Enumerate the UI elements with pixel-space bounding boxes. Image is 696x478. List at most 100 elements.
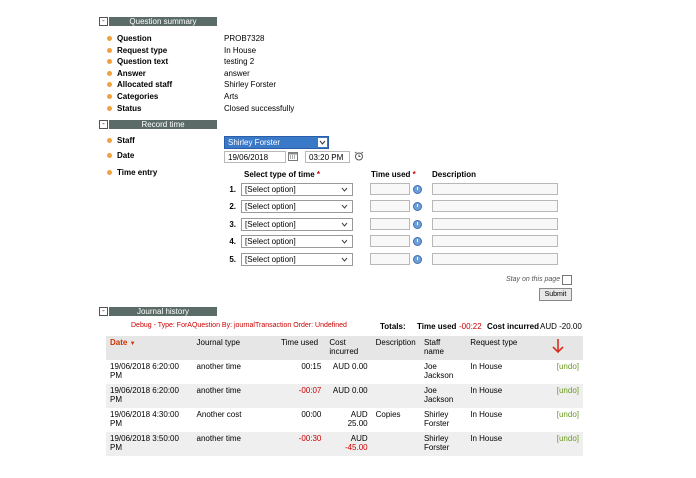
stay-on-page-label: Stay on this page — [506, 276, 561, 283]
stay-on-page-checkbox[interactable] — [562, 275, 572, 285]
time-used-input[interactable] — [370, 235, 410, 248]
staff-label: Staff — [117, 136, 135, 145]
staff-cell: Shirley Forster — [423, 410, 450, 428]
staff-cell: Joe Jackson — [423, 362, 454, 380]
time-used-input[interactable] — [370, 217, 410, 230]
cost-column-header: Cost incurred — [325, 336, 372, 360]
request-type-cell: In House — [466, 384, 547, 408]
table-row: 19/06/2018 6:20:00 PM another time -00:07 A… — [106, 384, 583, 408]
time-type-select[interactable]: [Select option] — [241, 252, 353, 266]
cost-cell: AUD 25.00 — [325, 408, 371, 432]
row-number: 5. — [229, 254, 236, 264]
description-input[interactable] — [432, 200, 558, 213]
totals-time-value: -00:22 — [459, 322, 482, 331]
description-cell — [371, 384, 420, 408]
chevron-down-icon — [340, 185, 349, 197]
bullet-icon — [107, 170, 112, 175]
time-entry-label: Time entry — [117, 168, 158, 177]
cost-cell: AUD 0.00 — [325, 384, 372, 408]
undo-link[interactable]: [undo] — [546, 384, 583, 408]
clock-icon[interactable] — [413, 185, 422, 194]
cost-currency: AUD — [350, 434, 368, 443]
time-type-select[interactable]: [Select option] — [241, 183, 353, 196]
time-used-input[interactable] — [370, 252, 410, 265]
undo-link[interactable]: [undo] — [547, 360, 583, 384]
time-used-cell: -00:07 — [277, 384, 326, 408]
bullet-icon — [107, 94, 112, 99]
time-type-select-value: [Select option] — [245, 202, 296, 212]
submit-button[interactable]: Submit — [539, 288, 572, 301]
time-input[interactable]: 03:20 PM — [305, 151, 350, 163]
sort-arrow-icon: ▼ — [129, 341, 136, 347]
collapse-toggle-icon[interactable]: - — [99, 17, 108, 26]
field-label: Status — [117, 103, 142, 113]
date-label: Date — [117, 151, 135, 160]
time-used-cell: 00:00 — [301, 410, 322, 419]
time-used-column-header: Time used — [277, 336, 326, 360]
field-value: PROB7328 — [224, 34, 265, 43]
time-type-select[interactable]: [Select option] — [241, 200, 353, 214]
field-value: Shirley Forster — [224, 80, 277, 90]
time-used-input[interactable] — [370, 200, 410, 213]
row-number: 4. — [229, 237, 236, 247]
debug-text: Debug - Type: ForAQuestion By: journalTr… — [131, 322, 347, 329]
time-used-input[interactable] — [370, 183, 410, 195]
description-input[interactable] — [432, 252, 558, 265]
clock-icon[interactable] — [413, 202, 422, 212]
time-type-select-value: [Select option] — [245, 237, 296, 247]
bullet-icon — [107, 70, 112, 76]
journal-type-cell: another time — [196, 362, 241, 371]
date-column-header[interactable]: Date ▼ — [106, 336, 193, 360]
staff-column-header: Staff name — [419, 336, 467, 360]
cost-cell: AUD -45.00 — [325, 432, 372, 456]
chevron-down-icon — [340, 237, 349, 249]
chevron-down-icon — [340, 202, 349, 214]
time-type-select-value: [Select option] — [245, 219, 296, 229]
collapse-toggle-icon[interactable]: - — [99, 120, 108, 129]
field-value: Arts — [224, 92, 239, 101]
description-input[interactable] — [432, 217, 558, 230]
row-number: 1. — [229, 185, 236, 194]
table-row: 19/06/2018 6:20:00 PM another time 00:15 AU… — [106, 360, 583, 384]
alarm-clock-icon[interactable] — [354, 151, 364, 161]
required-mark: * — [316, 170, 321, 179]
cost-cell: AUD 0.00 — [325, 360, 371, 384]
journal-type-cell: Another cost — [196, 410, 242, 419]
staff-select[interactable]: Shirley Forster — [224, 136, 329, 149]
bullet-icon — [107, 59, 112, 65]
staff-select-value: Shirley Forster — [228, 138, 281, 147]
bullet-icon — [107, 36, 112, 41]
date-cell: 19/06/2018 3:50:00 PM — [106, 432, 193, 456]
row-number: 3. — [229, 219, 236, 229]
table-row: 19/06/2018 3:50:00 PM another time -00:30 A… — [106, 432, 583, 456]
journal-type-cell: another time — [192, 432, 278, 456]
field-value: answer — [224, 68, 250, 78]
field-label: Answer — [117, 68, 146, 78]
time-type-select[interactable]: [Select option] — [241, 217, 353, 231]
undo-link[interactable]: [undo] — [546, 432, 583, 456]
time-used-cell: -00:30 — [277, 432, 326, 456]
field-label: Request type — [117, 45, 168, 55]
time-type-select-value: [Select option] — [245, 185, 296, 194]
totals-label: Totals: — [380, 322, 406, 331]
section-title: Journal history — [109, 307, 217, 316]
description-input[interactable] — [432, 183, 558, 195]
undo-link[interactable]: [undo] — [547, 408, 583, 432]
clock-icon[interactable] — [413, 219, 422, 229]
description-column-header: Description — [371, 336, 420, 360]
collapse-toggle-icon[interactable]: - — [99, 307, 108, 316]
field-value: Closed successfully — [224, 103, 295, 113]
download-arrow-icon[interactable] — [551, 339, 565, 356]
time-type-select[interactable]: [Select option] — [241, 235, 353, 249]
calendar-icon[interactable] — [288, 151, 298, 161]
description-cell — [371, 432, 420, 456]
description-input[interactable] — [432, 235, 558, 248]
export-column-header — [546, 336, 583, 360]
field-label: Categories — [117, 92, 159, 101]
clock-icon[interactable] — [413, 237, 422, 247]
date-input[interactable]: 19/06/2018 — [224, 151, 286, 163]
clock-icon[interactable] — [413, 254, 422, 264]
table-row: 19/06/2018 4:30:00 PM Another cost 00:00 AU… — [106, 408, 583, 432]
description-cell: Copies — [375, 410, 401, 419]
journal-type-column-header: Journal type — [192, 336, 278, 360]
